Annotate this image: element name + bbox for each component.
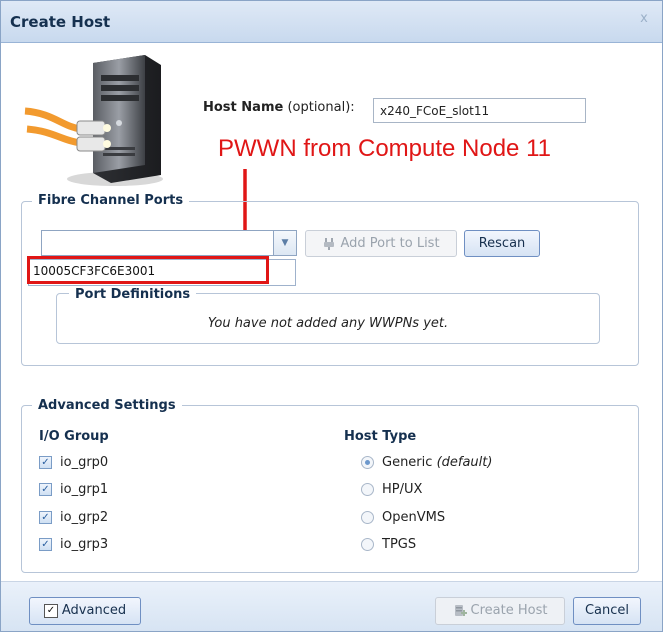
radio-unselected-icon (361, 538, 374, 551)
checkbox-checked-icon: ✓ (39, 511, 52, 524)
advanced-toggle-button[interactable]: ✓ Advanced (29, 597, 141, 625)
dialog-title: Create Host (10, 13, 111, 31)
io-grp3-label: io_grp3 (60, 537, 109, 552)
port-definitions-legend: Port Definitions (69, 287, 197, 302)
checkbox-checked-icon: ✓ (39, 456, 52, 469)
add-port-button[interactable]: Add Port to List (305, 230, 457, 257)
close-icon[interactable]: x (635, 10, 653, 28)
create-host-dialog: Create Host x Host Name (optional): x240… (0, 0, 663, 632)
radio-unselected-icon (361, 511, 374, 524)
annotation-highlight-box (27, 256, 269, 284)
host-name-input[interactable] (373, 98, 586, 123)
io-grp2-label: io_grp2 (60, 510, 109, 525)
host-type-hpux-label: HP/UX (382, 482, 423, 497)
dialog-titlebar[interactable]: Create Host x (1, 1, 662, 43)
add-port-label: Add Port to List (340, 236, 440, 251)
create-host-button[interactable]: Create Host (435, 597, 565, 625)
create-host-label: Create Host (470, 603, 548, 618)
advanced-label: Advanced (61, 603, 127, 618)
io-grp0-label: io_grp0 (60, 455, 109, 470)
host-name-label-optional: (optional): (283, 100, 355, 115)
wwpn-combobox[interactable]: ▼ (41, 230, 297, 256)
checkbox-checked-icon: ✓ (39, 483, 52, 496)
advanced-settings-group (21, 405, 639, 573)
host-type-generic-default: (default) (436, 455, 493, 470)
radio-selected-icon (361, 456, 374, 469)
server-with-fibre-cable-icon (24, 55, 163, 186)
host-type-tpgs-label: TPGS (382, 537, 417, 552)
fibre-channel-ports-legend: Fibre Channel Ports (32, 193, 190, 208)
server-add-icon (454, 604, 467, 616)
radio-unselected-icon (361, 483, 374, 496)
port-definitions-empty-message: You have not added any WWPNs yet. (207, 316, 449, 331)
chevron-down-icon[interactable]: ▼ (273, 231, 296, 255)
cancel-button[interactable]: Cancel (573, 597, 641, 625)
annotation-text: PWWN from Compute Node 11 (218, 135, 551, 162)
advanced-settings-legend: Advanced Settings (32, 398, 182, 413)
host-type-openvms-label: OpenVMS (382, 510, 446, 525)
host-name-label-bold: Host Name (203, 100, 284, 115)
host-type-generic-text: Generic (382, 455, 433, 470)
host-type-generic-label: Generic (default) (382, 455, 492, 470)
host-type-heading: Host Type (344, 429, 417, 444)
io-group-heading: I/O Group (39, 429, 109, 444)
io-grp1-label: io_grp1 (60, 482, 109, 497)
checkbox-checked-icon: ✓ (39, 538, 52, 551)
rescan-label: Rescan (478, 236, 526, 251)
rescan-button[interactable]: Rescan (464, 230, 540, 257)
checkbox-checked-icon: ✓ (43, 603, 58, 618)
cancel-label: Cancel (584, 603, 630, 618)
host-name-label: Host Name (optional): (203, 100, 355, 115)
plug-icon (324, 237, 335, 250)
